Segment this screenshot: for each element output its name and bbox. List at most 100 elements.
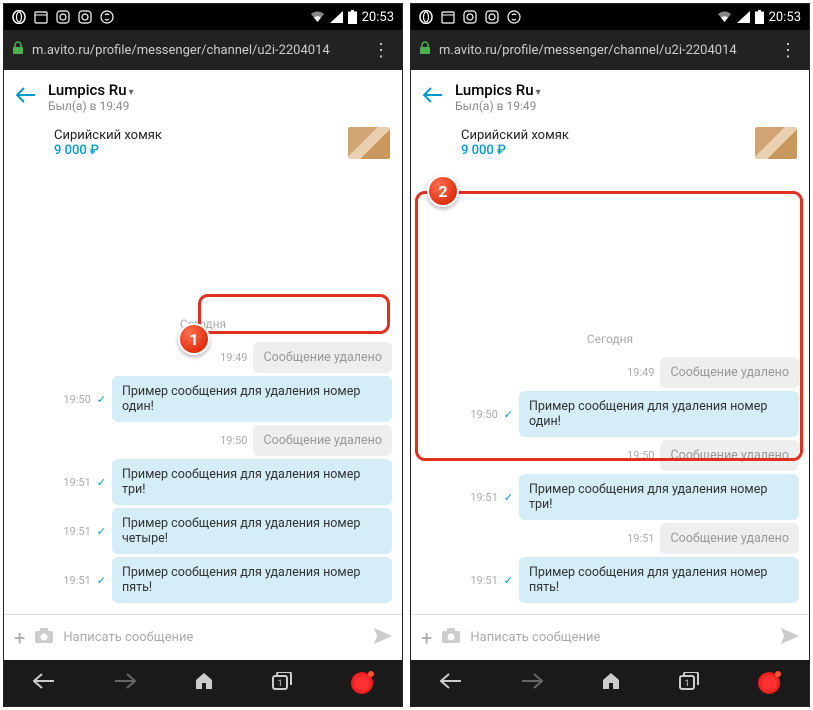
lock-icon xyxy=(12,41,24,59)
battery-icon xyxy=(348,10,357,24)
statusbar-time: 20:53 xyxy=(769,10,801,25)
nav-forward-icon[interactable] xyxy=(114,673,136,693)
message-deleted[interactable]: Сообщение удалено xyxy=(660,440,799,471)
annotation-badge-2: 2 xyxy=(427,175,459,207)
message-row[interactable]: 19:50 ✓ Пример сообщения для удаления номе… xyxy=(421,391,799,437)
instagram-icon xyxy=(485,10,499,24)
message-bubble[interactable]: Пример сообщения для удаления номер три! xyxy=(112,459,392,505)
home-icon[interactable] xyxy=(601,672,621,694)
listing-thumbnail xyxy=(348,127,390,159)
read-tick-icon: ✓ xyxy=(504,491,513,504)
opera-menu-icon[interactable] xyxy=(351,672,373,694)
camera-icon[interactable] xyxy=(442,628,460,647)
menu-kebab-icon[interactable]: ⋮ xyxy=(368,40,394,61)
nav-forward-icon[interactable] xyxy=(521,673,543,693)
message-bubble[interactable]: Пример сообщения для удаления номер один… xyxy=(112,376,392,422)
menu-kebab-icon[interactable]: ⋮ xyxy=(775,40,801,61)
message-time: 19:51 xyxy=(63,476,90,489)
phone-screenshot-left: 20:53 m.avito.ru/profile/messenger/chann… xyxy=(3,3,403,707)
message-time: 19:51 xyxy=(63,525,90,538)
message-row[interactable]: 19:51 Сообщение удалено xyxy=(421,523,799,554)
message-input-bar: + Написать сообщение xyxy=(4,614,402,660)
read-tick-icon: ✓ xyxy=(97,574,106,587)
listing-title: Сирийский хомяк xyxy=(461,128,747,143)
chat-subtitle: Был(а) в 19:49 xyxy=(48,99,134,113)
message-time: 19:51 xyxy=(470,574,497,587)
back-button[interactable] xyxy=(16,87,36,107)
instagram-icon xyxy=(56,10,70,24)
message-input-bar: + Написать сообщение xyxy=(411,614,809,660)
message-row[interactable]: 19:51 ✓ Пример сообщения для удаления номе… xyxy=(14,557,392,603)
instagram-icon xyxy=(463,10,477,24)
listing-header[interactable]: Сирийский хомяк 9 000 ₽ xyxy=(4,123,402,167)
message-row[interactable]: 19:51✓Пример сообщения для удаления номе… xyxy=(14,459,392,505)
message-input[interactable]: Написать сообщение xyxy=(63,630,364,645)
message-deleted[interactable]: Сообщение удалено xyxy=(660,523,799,554)
chat-header: Lumpics Ru▾ Был(а) в 19:49 xyxy=(411,70,809,123)
chat-title[interactable]: Lumpics Ru xyxy=(48,81,127,99)
tabs-icon[interactable]: 1 xyxy=(272,672,292,694)
message-bubble[interactable]: Пример сообщения для удаления номер четы… xyxy=(112,508,392,554)
message-input[interactable]: Написать сообщение xyxy=(470,630,771,645)
message-row[interactable]: 19:50✓Пример сообщения для удаления номе… xyxy=(14,376,392,422)
send-button[interactable] xyxy=(781,628,799,648)
chat-messages[interactable]: Сегодня 19:49Сообщение удалено19:50✓Прим… xyxy=(4,167,402,614)
opera-menu-icon[interactable] xyxy=(758,672,780,694)
message-bubble[interactable]: Пример сообщения для удаления номер один… xyxy=(519,391,799,437)
chat-title[interactable]: Lumpics Ru xyxy=(455,81,534,99)
message-time: 19:51 xyxy=(470,491,497,504)
message-row[interactable]: 19:51 ✓ Пример сообщения для удаления номе… xyxy=(421,474,799,520)
message-row[interactable]: 19:50 Сообщение удалено xyxy=(421,440,799,471)
chat-messages[interactable]: Сегодня 19:49Сообщение удалено 19:50 ✓ Прим… xyxy=(411,167,809,614)
page-content: Lumpics Ru▾ Был(а) в 19:49 Сирийский хом… xyxy=(411,70,809,660)
message-deleted[interactable]: Сообщение удалено xyxy=(253,425,392,456)
listing-header[interactable]: Сирийский хомяк 9 000 ₽ xyxy=(411,123,809,167)
message-row[interactable]: 19:51 ✓ Пример сообщения для удаления номе… xyxy=(421,557,799,603)
message-row[interactable]: 19:49Сообщение удалено xyxy=(421,357,799,388)
statusbar-time: 20:53 xyxy=(362,10,394,25)
nav-back-icon[interactable] xyxy=(33,673,55,693)
chevron-down-icon: ▾ xyxy=(129,87,134,98)
message-bubble[interactable]: Пример сообщения для удаления номер пять… xyxy=(112,557,392,603)
svg-text:1: 1 xyxy=(685,679,690,689)
message-time: 19:51 xyxy=(627,532,654,545)
tabs-icon[interactable]: 1 xyxy=(679,672,699,694)
calendar-icon xyxy=(34,10,48,24)
browser-urlbar[interactable]: m.avito.ru/profile/messenger/channel/u2i… xyxy=(4,30,402,70)
message-deleted[interactable]: Сообщение удалено xyxy=(253,342,392,373)
read-tick-icon: ✓ xyxy=(504,408,513,421)
home-icon[interactable] xyxy=(194,672,214,694)
listing-thumbnail xyxy=(755,127,797,159)
opera-statusbar-icon xyxy=(12,10,26,24)
phone-screenshot-right: 20:53 m.avito.ru/profile/messenger/chann… xyxy=(410,3,810,707)
back-button[interactable] xyxy=(423,87,443,107)
battery-icon xyxy=(755,10,764,24)
opera-statusbar-icon xyxy=(419,10,433,24)
browser-navbar: 1 xyxy=(411,660,809,706)
page-content: Lumpics Ru▾ Был(а) в 19:49 Сирийский хом… xyxy=(4,70,402,660)
camera-icon[interactable] xyxy=(35,628,53,647)
message-bubble[interactable]: Пример сообщения для удаления номер пять… xyxy=(519,557,799,603)
chevron-down-icon: ▾ xyxy=(536,87,541,98)
chat-subtitle: Был(а) в 19:49 xyxy=(455,99,541,113)
message-time: 19:50 xyxy=(470,408,497,421)
listing-price: 9 000 ₽ xyxy=(54,143,340,158)
browser-urlbar[interactable]: m.avito.ru/profile/messenger/channel/u2i… xyxy=(411,30,809,70)
read-tick-icon: ✓ xyxy=(97,525,106,538)
message-deleted[interactable]: Сообщение удалено xyxy=(660,357,799,388)
attach-plus-icon[interactable]: + xyxy=(421,626,432,650)
message-row[interactable]: 19:51 ✓ Пример сообщения для удаления номе… xyxy=(14,508,392,554)
calendar-icon xyxy=(441,10,455,24)
listing-price: 9 000 ₽ xyxy=(461,143,747,158)
attach-plus-icon[interactable]: + xyxy=(14,626,25,650)
read-tick-icon: ✓ xyxy=(504,574,513,587)
message-time: 19:51 xyxy=(63,574,90,587)
listing-title: Сирийский хомяк xyxy=(54,128,340,143)
send-button[interactable] xyxy=(374,628,392,648)
nav-back-icon[interactable] xyxy=(440,673,462,693)
message-row[interactable]: 19:50Сообщение удалено xyxy=(14,425,392,456)
message-bubble[interactable]: Пример сообщения для удаления номер три! xyxy=(519,474,799,520)
message-time: 19:50 xyxy=(627,449,654,462)
day-label: Сегодня xyxy=(421,332,799,346)
signal-icon xyxy=(330,11,343,23)
